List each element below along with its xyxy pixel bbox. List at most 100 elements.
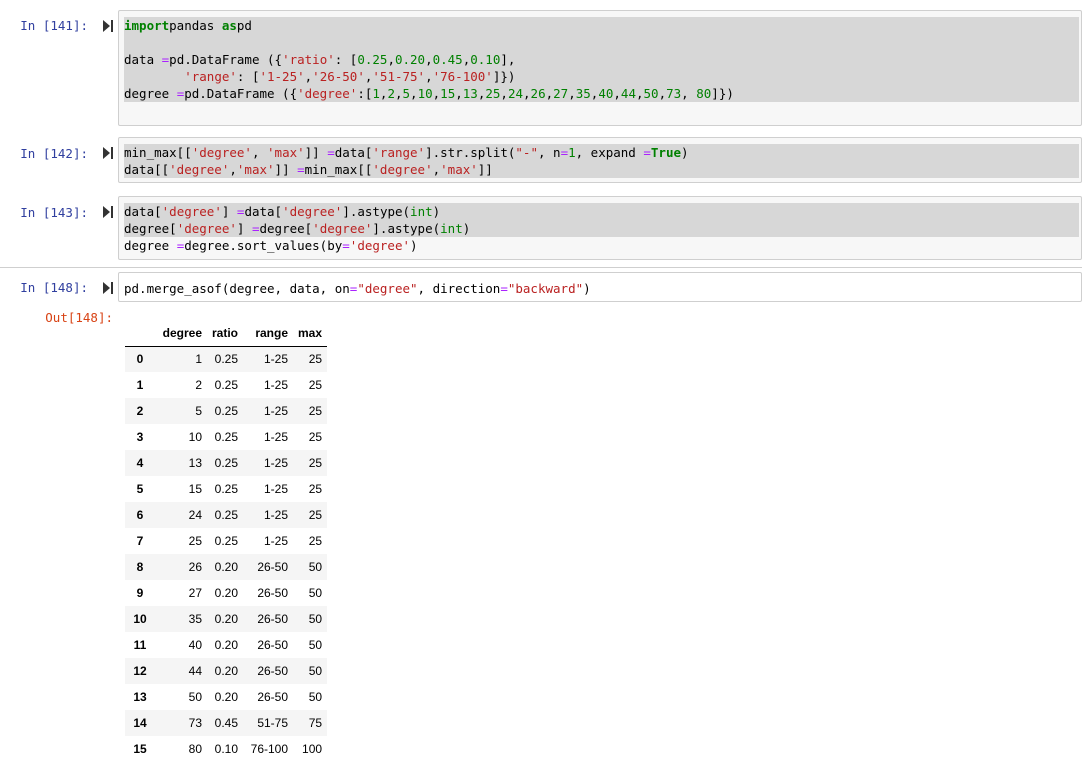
- code-token: ,: [432, 162, 441, 177]
- code-token: "-": [515, 145, 538, 160]
- code-token: 10: [417, 86, 433, 101]
- code-token: ]}): [492, 69, 516, 84]
- code-token: 'max': [267, 145, 305, 160]
- code-token: ],: [500, 52, 516, 67]
- code-token: 'degree': [161, 204, 222, 219]
- code-token: 'degree': [297, 86, 358, 101]
- code-token: int: [410, 204, 433, 219]
- table-cell: 26-50: [257, 638, 289, 652]
- code-token: 'degree': [169, 162, 230, 177]
- table-cell: 0.25: [214, 508, 239, 522]
- row-index: 4: [136, 456, 144, 470]
- table-cell: 25: [308, 456, 323, 470]
- row-index: 13: [133, 690, 147, 704]
- code-token: '1-25': [259, 69, 305, 84]
- code-token: 0.25: [357, 52, 388, 67]
- table-row: 9 27 0.20 26-50 50: [125, 580, 327, 606]
- code-token: ,: [500, 86, 508, 101]
- code-token: =: [251, 221, 260, 236]
- table-cell: 27: [188, 586, 202, 600]
- code-editor[interactable]: min_max[['degree', 'max']] =data['range'…: [118, 137, 1082, 183]
- run-cell-icon[interactable]: [103, 20, 113, 32]
- run-cell-icon[interactable]: [103, 282, 113, 294]
- code-token: pandas: [169, 18, 222, 33]
- table-cell: 1-25: [263, 534, 289, 548]
- table-cell: 50: [308, 638, 323, 652]
- code-token: 15: [440, 86, 456, 101]
- run-cell-icon[interactable]: [103, 147, 113, 159]
- code-token: ): [432, 204, 441, 219]
- code-token: ,: [545, 86, 554, 101]
- code-token: ,: [425, 52, 433, 67]
- code-token: 80: [696, 86, 712, 101]
- code-token: 27: [553, 86, 569, 101]
- code-token: 'degree': [191, 145, 252, 160]
- table-cell: 0.25: [214, 378, 239, 392]
- code-editor[interactable]: pd.merge_asof(degree, data, on = "degree",…: [118, 272, 1082, 302]
- table-cell: 50: [188, 690, 202, 704]
- code-token: True: [650, 145, 681, 160]
- code-editor[interactable]: data['degree'] =data['degree'].astype(in…: [118, 196, 1082, 260]
- run-cell-icon[interactable]: [103, 206, 113, 218]
- code-token: ]]: [274, 162, 298, 177]
- table-cell: 25: [308, 508, 323, 522]
- table-cell: 0.25: [214, 534, 239, 548]
- row-index: 9: [136, 586, 144, 600]
- table-cell: 50: [308, 586, 323, 600]
- code-token: ,: [455, 86, 463, 101]
- table-cell: 26-50: [257, 664, 289, 678]
- table-cell: 2: [195, 378, 202, 392]
- code-cell-141[interactable]: In [141]: importpandas aspd data =pd.Data…: [0, 10, 1082, 126]
- code-token: 'degree': [349, 238, 411, 253]
- code-token: ,: [568, 86, 576, 101]
- code-token: 26: [530, 86, 546, 101]
- code-token: ,: [658, 86, 667, 101]
- table-cell: 26-50: [257, 612, 289, 626]
- table-cell: 80: [188, 742, 202, 756]
- table-row: 0 1 0.25 1-25 25: [125, 346, 328, 372]
- code-token: =: [342, 238, 350, 253]
- table-cell: 0.20: [214, 560, 239, 574]
- code-line: degree['degree'] =degree['degree'].astyp…: [124, 220, 1079, 237]
- table-cell: 25: [308, 482, 323, 496]
- code-token: pd.DataFrame ({: [184, 86, 298, 101]
- table-cell: 40: [188, 638, 202, 652]
- table-cell: 51-75: [257, 716, 289, 730]
- code-token: =: [500, 281, 508, 296]
- table-cell: 13: [188, 456, 202, 470]
- code-token: 1: [568, 145, 576, 160]
- code-cell-142[interactable]: In [142]: min_max[['degree', 'max']] =da…: [0, 137, 1082, 183]
- dataframe-output: degree ratio range max 0 1 0.25 1-25 25 1 2 0.2…: [125, 320, 328, 762]
- code-line: data['degree'] =data['degree'].astype(in…: [124, 203, 1079, 220]
- code-token: data[: [244, 204, 283, 219]
- code-token: degree[: [259, 221, 313, 236]
- code-token: :[: [357, 86, 373, 101]
- code-token: 5: [402, 86, 411, 101]
- code-token: 2: [387, 86, 395, 101]
- code-cell-143[interactable]: In [143]: data['degree'] =data['degree']…: [0, 196, 1082, 260]
- table-cell: 26-50: [257, 586, 289, 600]
- code-line: degree =pd.DataFrame ({'degree':[1,2,5,1…: [124, 85, 1079, 102]
- table-cell: 1-25: [263, 508, 289, 522]
- code-token: ,: [387, 52, 395, 67]
- cell-separator: [0, 267, 1082, 268]
- code-token: 24: [507, 86, 524, 101]
- code-token: ,: [681, 86, 697, 101]
- table-cell: 0.20: [214, 690, 239, 704]
- code-token: 40: [598, 86, 614, 101]
- table-cell: 25: [308, 378, 323, 392]
- table-cell: 50: [308, 560, 323, 574]
- code-line: importpandas aspd: [124, 17, 1079, 34]
- code-token: 'range': [184, 69, 237, 84]
- code-editor[interactable]: importpandas aspd data =pd.DataFrame ({'r…: [118, 10, 1082, 126]
- table-cell: 25: [308, 404, 323, 418]
- table-cell: 44: [188, 664, 202, 678]
- code-cell-148[interactable]: In [148]: pd.merge_asof(degree, data, on…: [0, 272, 1082, 302]
- table-row: 13 50 0.20 26-50 50: [125, 684, 327, 710]
- code-token: pd.DataFrame ({: [169, 52, 283, 67]
- code-token: min_max[[: [124, 145, 192, 160]
- code-token: ,: [635, 86, 644, 101]
- table-cell: 0.25: [214, 352, 239, 367]
- table-cell: 75: [308, 716, 323, 730]
